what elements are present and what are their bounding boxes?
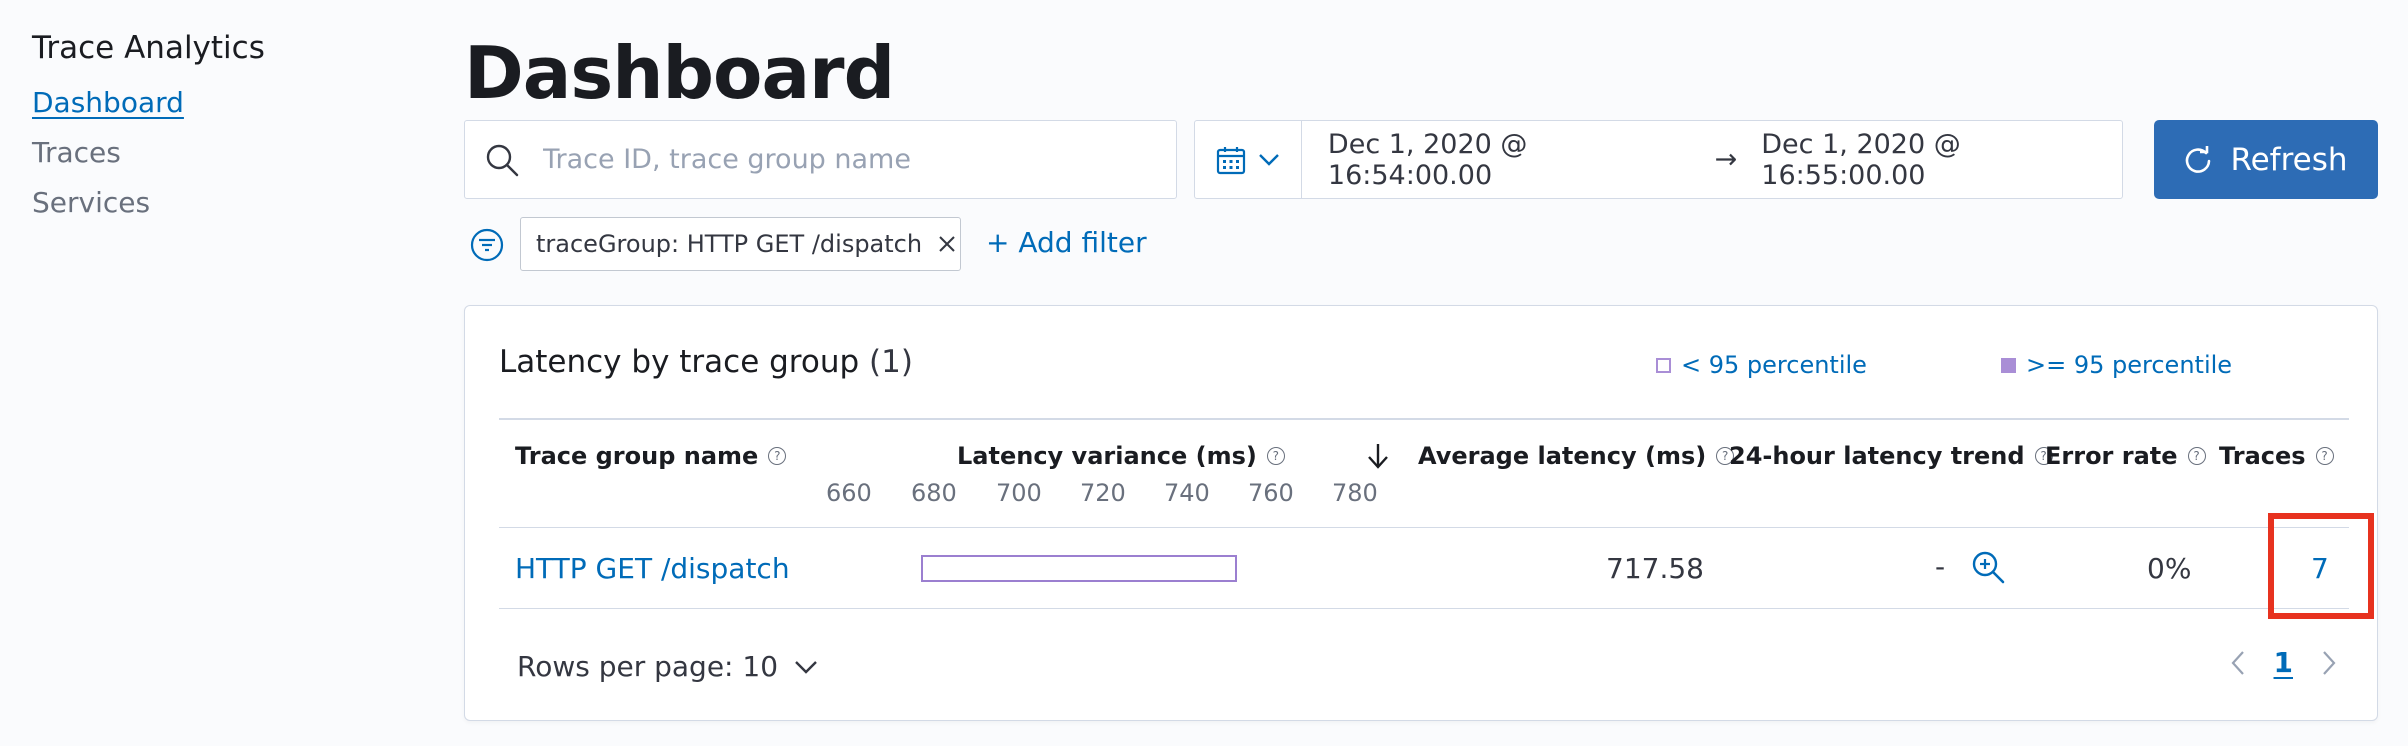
page-title: Dashboard xyxy=(464,31,895,115)
add-filter-button[interactable]: + Add filter xyxy=(986,226,1147,259)
page-number[interactable]: 1 xyxy=(2274,646,2293,679)
start-date[interactable]: Dec 1, 2020 @ 16:54:00.00 xyxy=(1328,129,1689,191)
refresh-button[interactable]: Refresh xyxy=(2154,120,2378,199)
axis-tick: 660 xyxy=(826,479,872,507)
axis-tick: 780 xyxy=(1332,479,1378,507)
column-header-name-label: Trace group name xyxy=(515,442,759,470)
column-header-traces[interactable]: Traces ? xyxy=(2219,442,2334,470)
refresh-label: Refresh xyxy=(2230,141,2348,178)
column-header-trend-label: 24-hour latency trend xyxy=(1729,442,2025,470)
search-input[interactable] xyxy=(543,144,1123,175)
legend-above-95: >= 95 percentile xyxy=(2001,351,2232,379)
search-icon xyxy=(486,144,519,176)
highlight-box xyxy=(2268,513,2374,619)
chevron-down-icon xyxy=(1259,153,1279,166)
column-header-trend[interactable]: 24-hour latency trend ? xyxy=(1729,442,2053,470)
column-header-name[interactable]: Trace group name ? xyxy=(515,442,787,470)
column-header-traces-label: Traces xyxy=(2219,442,2306,470)
sidebar-item-services[interactable]: Services xyxy=(32,178,412,228)
sidebar-item-dashboard[interactable]: Dashboard xyxy=(32,78,412,128)
axis-tick: 740 xyxy=(1164,479,1210,507)
close-icon[interactable] xyxy=(938,235,956,253)
pagination: 1 xyxy=(2230,646,2337,679)
date-picker: Dec 1, 2020 @ 16:54:00.00 → Dec 1, 2020 … xyxy=(1194,120,2123,199)
zoom-in-icon[interactable] xyxy=(1971,550,2005,584)
sort-arrow-down-icon[interactable] xyxy=(1365,442,1391,470)
quick-select-button[interactable] xyxy=(1195,121,1302,198)
sidebar-item-traces[interactable]: Traces xyxy=(32,128,412,178)
legend-label-above-95: >= 95 percentile xyxy=(2026,351,2233,379)
chevron-right-icon[interactable] xyxy=(2321,649,2337,677)
trend-value: - xyxy=(1935,550,1946,583)
panel-title-count: (1) xyxy=(869,344,913,380)
avg-latency-value: 717.58 xyxy=(1606,552,1704,585)
help-icon[interactable]: ? xyxy=(2315,447,2334,465)
panel-title-text: Latency by trace group xyxy=(499,344,860,380)
help-icon[interactable]: ? xyxy=(1266,447,1285,465)
panel-title: Latency by trace group (1) xyxy=(499,344,913,380)
rows-per-page-label: Rows per page: 10 xyxy=(517,650,779,683)
chevron-down-icon xyxy=(795,660,817,674)
axis-tick: 720 xyxy=(1080,479,1126,507)
column-header-error-rate-label: Error rate xyxy=(2045,442,2178,470)
column-header-latency-variance[interactable]: Latency variance (ms) ? xyxy=(957,442,1285,470)
error-rate-value: 0% xyxy=(2147,552,2192,585)
search-box[interactable] xyxy=(464,120,1177,199)
legend-swatch-filled xyxy=(2001,357,2016,373)
refresh-icon xyxy=(2186,145,2211,173)
arrow-right-icon: → xyxy=(1714,144,1738,175)
legend-swatch-empty xyxy=(1656,357,1671,373)
latency-variance-bar[interactable] xyxy=(921,555,1237,582)
calendar-icon xyxy=(1216,146,1246,174)
axis-tick: 760 xyxy=(1248,479,1294,507)
latency-panel: Latency by trace group (1) < 95 percenti… xyxy=(464,305,2378,721)
column-header-latency-variance-label: Latency variance (ms) xyxy=(957,442,1257,470)
column-header-avg-latency-label: Average latency (ms) xyxy=(1418,442,1707,470)
row-divider xyxy=(499,527,2349,528)
filter-pill-label: traceGroup: HTTP GET /dispatch xyxy=(536,230,923,258)
table-divider xyxy=(499,418,2349,420)
date-range[interactable]: Dec 1, 2020 @ 16:54:00.00 → Dec 1, 2020 … xyxy=(1302,129,2122,191)
chevron-left-icon[interactable] xyxy=(2230,649,2246,677)
axis-tick: 700 xyxy=(996,479,1042,507)
legend-below-95: < 95 percentile xyxy=(1656,351,1867,379)
rows-per-page-button[interactable]: Rows per page: 10 xyxy=(517,650,818,683)
help-icon[interactable]: ? xyxy=(2187,447,2206,465)
axis-tick: 680 xyxy=(911,479,957,507)
help-icon[interactable]: ? xyxy=(768,447,787,465)
column-header-error-rate[interactable]: Error rate ? xyxy=(2045,442,2206,470)
column-header-avg-latency[interactable]: Average latency (ms) ? xyxy=(1418,442,1735,470)
end-date[interactable]: Dec 1, 2020 @ 16:55:00.00 xyxy=(1761,129,2122,191)
row-divider xyxy=(499,608,2349,609)
filter-pill[interactable]: traceGroup: HTTP GET /dispatch xyxy=(520,217,961,271)
sidebar-title: Trace Analytics xyxy=(32,30,265,66)
legend-label-below-95: < 95 percentile xyxy=(1681,351,1867,379)
sidebar: Trace Analytics Dashboard Traces Service… xyxy=(32,28,412,228)
trace-group-link[interactable]: HTTP GET /dispatch xyxy=(515,552,790,585)
filter-icon[interactable] xyxy=(470,228,504,262)
